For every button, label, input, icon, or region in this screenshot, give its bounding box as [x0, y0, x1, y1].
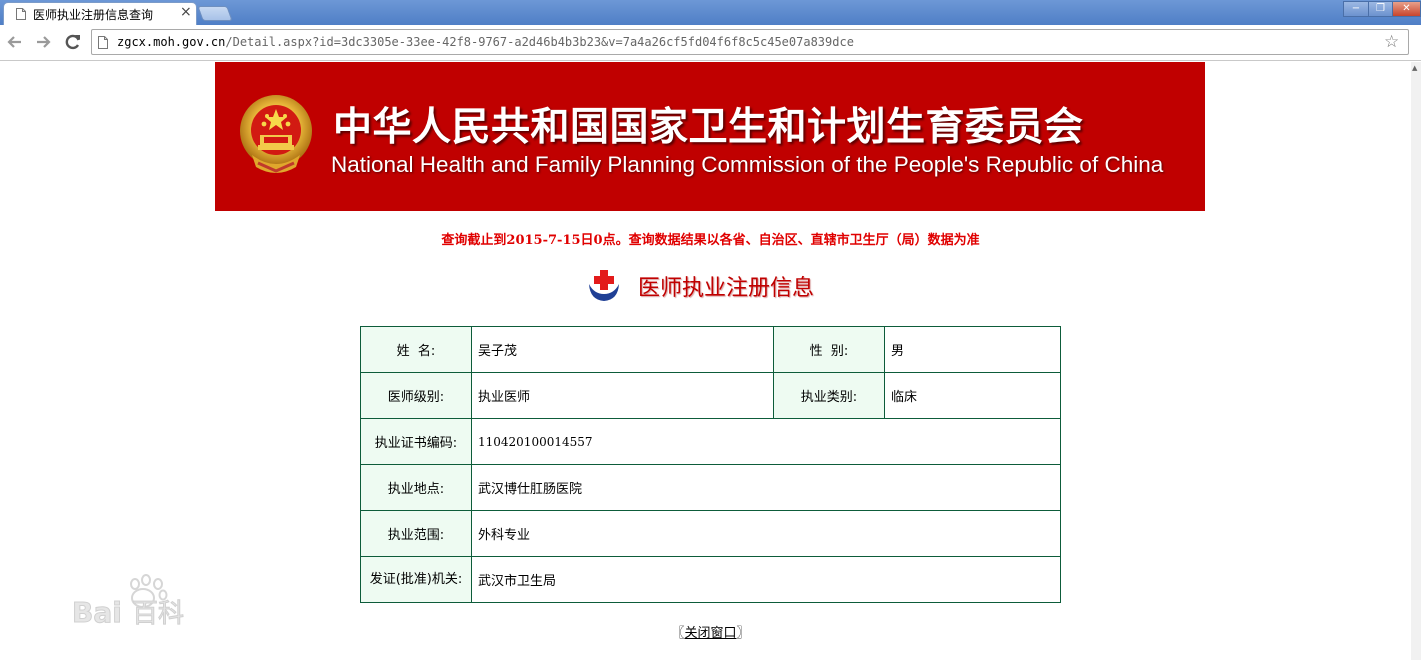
open-bracket: 〖 — [671, 626, 685, 641]
name-label: 姓 名: — [360, 326, 472, 373]
practice-category-value: 临床 — [884, 372, 1061, 419]
tab-title: 医师执业注册信息查询 — [33, 8, 154, 22]
table-row: 执业证书编码: 110420100014557 — [360, 418, 1061, 465]
national-emblem-icon — [240, 95, 312, 173]
section-title: 医师执业注册信息 — [638, 276, 815, 301]
reload-icon[interactable] — [63, 32, 83, 52]
url-text: zgcx.moh.gov.cn/Detail.aspx?id=3dc3305e-… — [117, 35, 854, 49]
practice-scope-value: 外科专业 — [471, 510, 1061, 557]
practice-location-value: 武汉博仕肛肠医院 — [471, 464, 1061, 511]
svg-text:百科: 百科 — [132, 599, 184, 629]
close-bracket: 〗 — [736, 626, 750, 641]
physician-level-label: 医师级别: — [360, 372, 472, 419]
url-path: /Detail.aspx?id=3dc3305e-33ee-42f8-9767-… — [225, 35, 854, 49]
forward-arrow-icon[interactable] — [33, 32, 53, 52]
document-icon — [16, 8, 26, 20]
baidu-watermark-logo: Bai 百科 — [72, 574, 185, 630]
url-host: zgcx.moh.gov.cn — [117, 35, 226, 49]
certificate-number-value: 110420100014557 — [471, 418, 1061, 465]
header-banner: 中华人民共和国国家卫生和计划生育委员会 National Health and … — [215, 62, 1205, 211]
svg-text:Bai: Bai — [72, 596, 122, 629]
registration-info-table: 姓 名: 吴子茂 性 别: 男 医师级别: 执业医师 执业类别: 临床 执业证书… — [360, 326, 1061, 603]
bookmark-star-icon[interactable]: ☆ — [1384, 32, 1399, 52]
table-row: 执业范围: 外科专业 — [360, 510, 1061, 557]
back-arrow-icon[interactable] — [5, 32, 25, 52]
practice-location-label: 执业地点: — [360, 464, 472, 511]
browser-tab[interactable]: 医师执业注册信息查询 × — [3, 2, 197, 25]
minimize-button[interactable]: − — [1343, 1, 1369, 17]
page-icon — [98, 36, 108, 49]
banner-title-chinese: 中华人民共和国国家卫生和计划生育委员会 — [333, 105, 1084, 150]
maximize-button[interactable]: ❐ — [1368, 1, 1393, 17]
issuing-authority-value: 武汉市卫生局 — [471, 556, 1061, 603]
data-notice: 查询截止到2015-7-15日0点。查询数据结果以各省、自治区、直辖市卫生厅（局… — [441, 233, 980, 248]
tab-close-icon[interactable]: × — [180, 4, 192, 20]
name-value: 吴子茂 — [471, 326, 774, 373]
browser-toolbar: zgcx.moh.gov.cn/Detail.aspx?id=3dc3305e-… — [0, 25, 1421, 61]
certificate-number-label: 执业证书编码: — [360, 418, 472, 465]
vertical-scrollbar[interactable] — [1411, 62, 1421, 660]
scroll-up-arrow-icon[interactable]: ▲ — [1412, 64, 1417, 72]
table-row: 发证(批准)机关: 武汉市卫生局 — [360, 556, 1061, 603]
close-window-button[interactable]: ✕ — [1392, 1, 1421, 17]
practice-scope-label: 执业范围: — [360, 510, 472, 557]
banner-title-english: National Health and Family Planning Comm… — [331, 152, 1164, 177]
practice-category-label: 执业类别: — [773, 372, 885, 419]
browser-title-bar: 医师执业注册信息查询 × − ❐ ✕ — [0, 0, 1421, 25]
issuing-authority-label: 发证(批准)机关: — [360, 556, 472, 603]
physician-level-value: 执业医师 — [471, 372, 774, 419]
gender-value: 男 — [884, 326, 1061, 373]
gender-label: 性 别: — [773, 326, 885, 373]
table-row: 医师级别: 执业医师 执业类别: 临床 — [360, 372, 1061, 419]
address-bar[interactable]: zgcx.moh.gov.cn/Detail.aspx?id=3dc3305e-… — [91, 29, 1409, 55]
table-row: 执业地点: 武汉博仕肛肠医院 — [360, 464, 1061, 511]
medical-cross-icon — [589, 270, 619, 301]
table-row: 姓 名: 吴子茂 性 别: 男 — [360, 326, 1061, 373]
close-window-link[interactable]: 关闭窗口 — [684, 626, 736, 641]
new-tab-button[interactable] — [197, 6, 233, 21]
